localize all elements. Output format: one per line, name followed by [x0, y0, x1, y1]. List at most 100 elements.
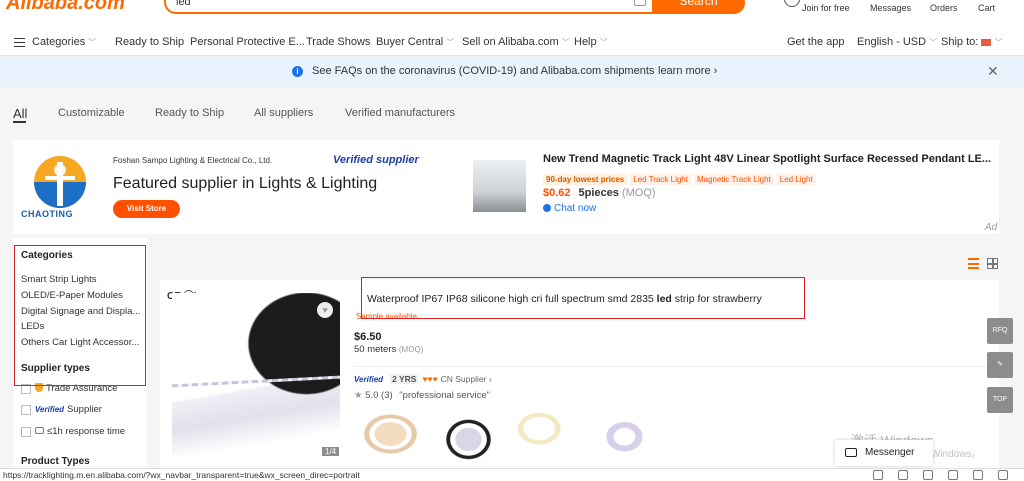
- get-app-link[interactable]: Get the app: [787, 36, 845, 48]
- messenger-label: Messenger: [865, 447, 915, 458]
- featured-price: $0.62: [543, 187, 571, 199]
- chaoting-logo-text: CHAOTING: [21, 209, 73, 219]
- zoom-icon[interactable]: [998, 470, 1008, 480]
- product-moq: 50 meters (MOQ): [354, 344, 424, 355]
- response-time-label: ≤1h response time: [35, 426, 125, 437]
- product-thumbnail[interactable]: [510, 407, 583, 461]
- nav-help[interactable]: Help ﹀: [574, 36, 608, 48]
- chevron-down-icon: ﹀: [994, 38, 1003, 47]
- chevron-right-icon: ›: [488, 374, 492, 384]
- tag-item[interactable]: Led Light: [776, 174, 816, 185]
- camera-icon[interactable]: [634, 0, 646, 6]
- back-to-top-button[interactable]: TOP: [987, 387, 1013, 413]
- messages-link[interactable]: Messages: [870, 3, 911, 13]
- nav-ppe[interactable]: Personal Protective E...: [190, 36, 305, 48]
- hearts-icon: ♥♥♥: [422, 374, 438, 384]
- chevron-down-icon: ﹀: [446, 38, 455, 47]
- featured-price-row: $0.62 5pieces (MOQ): [543, 187, 656, 199]
- chevron-down-icon: ﹀: [599, 38, 608, 47]
- tab-verified-manufacturers[interactable]: Verified manufacturers: [345, 107, 455, 119]
- years-badge: 2 YRS: [390, 374, 419, 384]
- tag-item[interactable]: Led Track Light: [630, 174, 691, 185]
- tab-all[interactable]: All: [13, 106, 27, 121]
- info-icon: i: [292, 66, 303, 77]
- favorite-heart-icon[interactable]: ♥: [317, 302, 333, 318]
- tab-active-indicator: [13, 121, 26, 123]
- verified-badge: Verified: [354, 375, 384, 384]
- verified-supplier-label: Verified Supplier: [35, 404, 102, 415]
- feedback-icon[interactable]: ✎: [987, 352, 1013, 378]
- close-icon[interactable]: ✕: [987, 63, 999, 80]
- featured-product-title[interactable]: New Trend Magnetic Track Light 48V Linea…: [543, 153, 991, 165]
- response-time-checkbox[interactable]: [21, 427, 31, 437]
- featured-product-image[interactable]: [473, 160, 526, 212]
- extension-icon[interactable]: [873, 470, 883, 480]
- visit-store-button[interactable]: Visit Store: [113, 200, 180, 218]
- chat-now-link[interactable]: Chat now: [543, 203, 596, 214]
- flag-icon: [981, 38, 992, 46]
- image-counter: 1/4: [322, 447, 340, 456]
- nav-ready-to-ship[interactable]: Ready to Ship: [115, 36, 184, 48]
- highlight-box-title: [361, 277, 805, 319]
- search-button[interactable]: Search: [652, 0, 745, 14]
- product-price: $6.50: [354, 331, 382, 343]
- search-input[interactable]: led: [164, 0, 654, 14]
- filter-tabs: All Customizable Ready to Ship All suppl…: [0, 88, 1024, 138]
- top-header: Alibaba.com led Search Join for free Mes…: [0, 0, 1024, 28]
- cart-link[interactable]: Cart: [978, 3, 995, 13]
- orders-link[interactable]: Orders: [930, 3, 958, 13]
- product-types-heading: Product Types: [21, 456, 90, 467]
- featured-title: Featured supplier in Lights & Lighting: [113, 175, 378, 192]
- tab-customizable[interactable]: Customizable: [58, 107, 125, 119]
- window-icon[interactable]: [973, 470, 983, 480]
- tab-ready-to-ship[interactable]: Ready to Ship: [155, 107, 224, 119]
- chevron-down-icon: ﹀: [929, 38, 938, 47]
- chat-icon: [543, 204, 551, 212]
- verified-supplier-checkbox[interactable]: [21, 405, 31, 415]
- product-thumbnail[interactable]: [432, 407, 505, 461]
- list-view-icon[interactable]: [968, 258, 979, 269]
- join-link[interactable]: Join for free: [802, 3, 850, 13]
- alibaba-logo[interactable]: Alibaba.com: [6, 0, 125, 15]
- download-icon[interactable]: [948, 470, 958, 480]
- cut-icon[interactable]: [898, 470, 908, 480]
- banner-text: See FAQs on the coronavirus (COVID-19) a…: [312, 65, 655, 77]
- nav-buyer-central[interactable]: Buyer Central ﹀: [376, 36, 454, 48]
- messenger-button[interactable]: Messenger: [835, 440, 933, 466]
- chat-bubble-icon: [35, 427, 44, 434]
- status-url: https://tracklighting.m.en.alibaba.com/?…: [3, 470, 360, 480]
- user-icon[interactable]: [784, 0, 800, 7]
- ad-label: Ad: [985, 222, 998, 233]
- rfq-button[interactable]: RFQ: [987, 318, 1013, 344]
- tab-all-suppliers[interactable]: All suppliers: [254, 107, 313, 119]
- learn-more-link[interactable]: learn more ›: [658, 65, 717, 77]
- supplier-name[interactable]: Foshan Sampo Lighting & Electrical Co., …: [113, 156, 272, 165]
- menu-icon: [14, 38, 25, 47]
- ship-to-selector[interactable]: Ship to: ﹀: [941, 36, 1002, 48]
- highlight-box-categories: [14, 245, 146, 386]
- browser-status-bar: https://tracklighting.m.en.alibaba.com/?…: [0, 468, 1024, 481]
- star-icon: ★: [354, 390, 363, 401]
- featured-moq: 5pieces: [578, 187, 619, 199]
- search-value: led: [176, 0, 191, 8]
- chevron-down-icon: ﹀: [88, 38, 97, 47]
- nav-trade-shows[interactable]: Trade Shows: [306, 36, 370, 48]
- chevron-right-icon: ›: [713, 65, 718, 77]
- product-thumbnail[interactable]: [354, 407, 427, 461]
- nav-sell[interactable]: Sell on Alibaba.com ﹀: [462, 36, 570, 48]
- nav-categories[interactable]: Categories ﹀: [32, 36, 96, 48]
- nav-bar: Categories ﹀ Ready to Ship Personal Prote…: [0, 28, 1024, 56]
- rating-row[interactable]: ★ 5.0 (3) "professional service": [354, 390, 490, 401]
- featured-supplier-ad: CHAOTING Foshan Sampo Lighting & Electri…: [13, 140, 999, 234]
- product-thumbnail[interactable]: [588, 407, 661, 461]
- trash-icon[interactable]: [923, 470, 933, 480]
- message-icon: [845, 448, 857, 457]
- chevron-down-icon: ﹀: [561, 38, 570, 47]
- supplier-info-row[interactable]: Verified 2 YRS ♥♥♥ CN Supplier ›: [354, 374, 492, 384]
- covid-banner: i See FAQs on the coronavirus (COVID-19)…: [0, 57, 1024, 87]
- tag-lowest-price: 90-day lowest prices: [543, 174, 628, 185]
- tag-item[interactable]: Magnetic Track Light: [693, 174, 774, 185]
- language-selector[interactable]: English - USD ﹀: [857, 36, 937, 48]
- grid-view-icon[interactable]: [987, 258, 998, 269]
- moq-tag: (MOQ): [621, 187, 656, 199]
